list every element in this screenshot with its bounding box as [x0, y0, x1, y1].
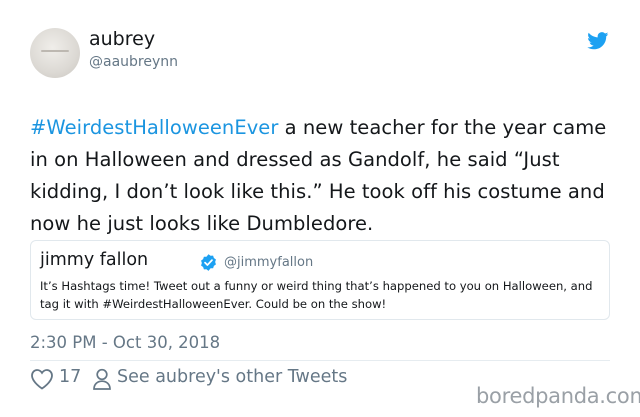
quoted-tweet-text: It’s Hashtags time! Tweet out a funny or… [40, 279, 593, 311]
tweet-hashtag-link[interactable]: #WeirdestHalloweenEver [30, 116, 278, 139]
like-count[interactable]: 17 [59, 367, 81, 387]
quoted-author-name: jimmy fallon [40, 250, 149, 270]
quoted-tweet[interactable]: jimmy fallon @jimmyfallon It’s Hashtags … [30, 240, 610, 320]
quoted-author-handle: @jimmyfallon [224, 255, 314, 270]
tweet-text: #WeirdestHalloweenEver a new teacher for… [30, 112, 630, 240]
author-handle[interactable]: @aaubreynn [89, 54, 178, 70]
avatar[interactable] [30, 28, 80, 78]
twitter-bird-icon[interactable] [587, 32, 609, 50]
divider [30, 360, 610, 361]
tweet-timestamp[interactable]: 2:30 PM - Oct 30, 2018 [30, 333, 220, 352]
avatar-scribble [41, 50, 69, 52]
tweet-card: aubrey @aaubreynn #WeirdestHalloweenEver… [0, 0, 640, 417]
person-icon[interactable] [92, 368, 112, 390]
verified-badge-icon [201, 254, 216, 271]
watermark: boredpanda.com [476, 384, 640, 408]
heart-icon[interactable] [30, 368, 54, 390]
see-other-tweets-link[interactable]: See aubrey's other Tweets [117, 367, 347, 387]
author-name[interactable]: aubrey [89, 28, 155, 50]
